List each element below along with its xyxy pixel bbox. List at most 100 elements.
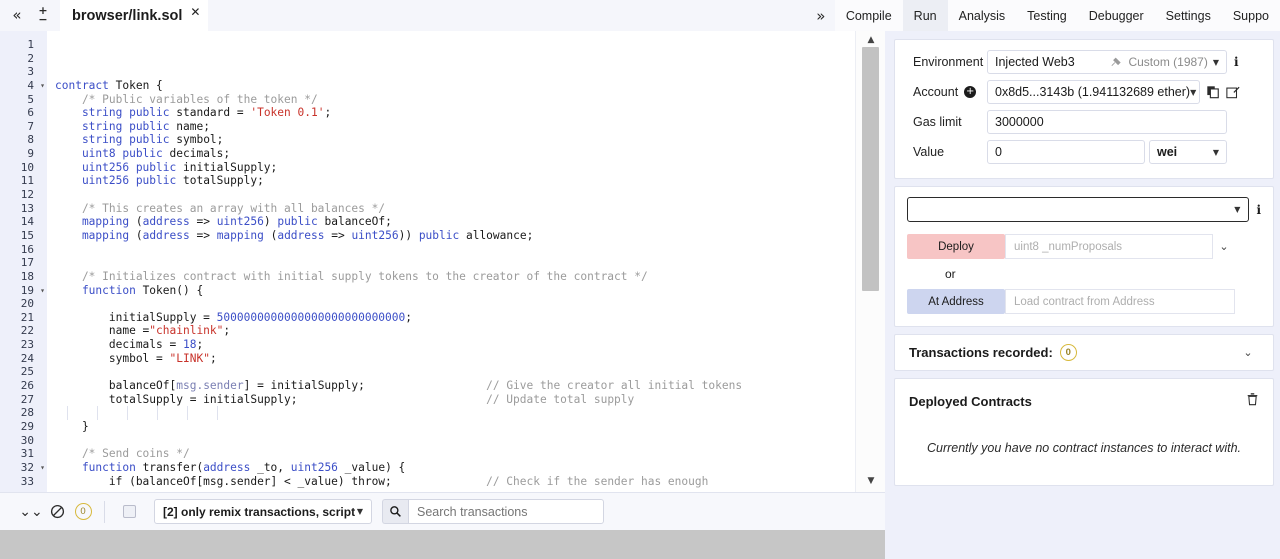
at-address-button[interactable]: At Address [907, 289, 1005, 314]
account-select[interactable]: 0x8d5...3143b (1.941132689 ether) ▼ [987, 80, 1200, 104]
code-line[interactable]: balanceOf[msg.sender] = initialSupply; /… [47, 379, 855, 393]
plus-circle-icon[interactable]: + [964, 86, 977, 98]
tab-support[interactable]: Suppo [1221, 0, 1280, 31]
code-line[interactable]: initialSupply = 500000000000000000000000… [47, 311, 855, 325]
code-line[interactable]: if (balanceOf[msg.sender] < _value) thro… [47, 475, 855, 489]
editor-code-area[interactable]: contract Token { /* Public variables of … [47, 31, 855, 492]
code-line[interactable]: symbol = "LINK"; [47, 352, 855, 366]
chevron-down-icon[interactable]: ⌄ [1213, 240, 1235, 253]
scroll-up-icon[interactable]: ▲ [863, 33, 879, 47]
code-line[interactable] [47, 188, 855, 202]
fold-toggle-icon[interactable]: ▾ [40, 461, 45, 475]
font-decrease-icon[interactable]: − [38, 14, 47, 25]
code-line[interactable]: totalSupply = initialSupply; // Update t… [47, 393, 855, 407]
trash-icon[interactable] [1246, 392, 1259, 411]
fold-toggle-icon[interactable]: ▾ [40, 284, 45, 298]
transactions-recorded-card[interactable]: Transactions recorded: 0 ⌄ [894, 334, 1274, 371]
code-line[interactable] [47, 52, 855, 66]
chevron-down-icon[interactable]: ▼ [1213, 58, 1219, 67]
chevrons-left-icon[interactable]: « [8, 6, 26, 24]
code-line[interactable]: /* This creates an array with all balanc… [47, 202, 855, 216]
tab-analysis[interactable]: Analysis [947, 0, 1017, 31]
contract-select[interactable]: ▼ [907, 197, 1250, 222]
code-line[interactable]: /* Send coins */ [47, 447, 855, 461]
chevron-down-icon[interactable]: ⌄ [1237, 346, 1259, 359]
editor-vertical-scrollbar[interactable]: ▲ ▼ [855, 31, 885, 492]
scroll-down-icon[interactable]: ▼ [863, 474, 879, 488]
code-line[interactable]: } [47, 420, 855, 434]
code-line[interactable]: string public name; [47, 120, 855, 134]
gas-limit-label: Gas limit [913, 115, 962, 129]
constructor-args-input[interactable]: uint8 _numProposals [1005, 234, 1213, 259]
gas-limit-input[interactable]: 3000000 [987, 110, 1227, 134]
font-size-control[interactable]: + − [33, 1, 53, 29]
code-token: Token { [115, 78, 163, 92]
code-line[interactable]: uint256 public initialSupply; [47, 161, 855, 175]
file-tab-link-sol[interactable]: browser/link.sol ✕ [60, 0, 209, 31]
code-line[interactable]: function transfer(address _to, uint256 _… [47, 461, 855, 475]
code-line[interactable] [47, 256, 855, 270]
chevrons-down-icon[interactable]: ⌄⌄ [18, 499, 44, 525]
code-token: address [277, 228, 332, 242]
tab-settings[interactable]: Settings [1154, 0, 1222, 31]
value-unit-select[interactable]: wei ▼ [1149, 140, 1227, 164]
code-line[interactable]: uint256 public totalSupply; [47, 174, 855, 188]
code-line[interactable] [47, 297, 855, 311]
code-line[interactable] [47, 406, 855, 420]
code-token: uint256 public [55, 174, 183, 188]
code-line[interactable]: uint8 public decimals; [47, 147, 855, 161]
line-number: 17 [20, 256, 34, 270]
code-line[interactable]: decimals = 18; [47, 338, 855, 352]
code-line[interactable] [47, 243, 855, 257]
tab-run[interactable]: Run [902, 0, 948, 31]
code-line[interactable]: function Token() { [47, 284, 855, 298]
line-number: 23 [20, 338, 34, 352]
deploy-button[interactable]: Deploy [907, 234, 1005, 259]
code-token: Token() { [142, 283, 204, 297]
chevron-down-icon: ▼ [1234, 205, 1241, 214]
code-spacer [365, 379, 486, 392]
code-token: ; [196, 338, 204, 352]
code-line[interactable] [47, 365, 855, 379]
copy-icon[interactable] [1206, 85, 1220, 99]
code-line[interactable]: name ="chainlink"; [47, 324, 855, 338]
code-line[interactable]: mapping (address => mapping (address => … [47, 229, 855, 243]
search-icon[interactable] [382, 499, 408, 524]
code-token: /* Public variables of the token */ [55, 92, 318, 106]
edit-icon[interactable] [1226, 85, 1240, 99]
code-line[interactable] [47, 65, 855, 79]
chevron-down-icon[interactable]: ▼ [1190, 88, 1196, 97]
code-line[interactable]: string public standard = 'Token 0.1'; [47, 106, 855, 120]
close-icon[interactable]: ✕ [190, 5, 200, 19]
code-line[interactable]: mapping (address => uint256) public bala… [47, 215, 855, 229]
code-line[interactable]: /* Initializes contract with initial sup… [47, 270, 855, 284]
search-input[interactable] [408, 499, 604, 524]
tab-debugger[interactable]: Debugger [1077, 0, 1155, 31]
line-number: 16 [20, 242, 34, 256]
ban-icon[interactable] [44, 499, 70, 525]
value-input[interactable]: 0 [987, 140, 1145, 164]
code-line[interactable]: string public symbol; [47, 133, 855, 147]
error-count-badge[interactable]: 0 [70, 499, 96, 525]
line-number: 10 [20, 160, 34, 174]
tab-compile[interactable]: Compile [834, 0, 903, 31]
line-number: 6 [27, 106, 34, 120]
info-icon[interactable]: i [1234, 55, 1239, 69]
terminal-filter-checkbox[interactable] [123, 505, 136, 518]
code-editor[interactable]: 1 2 3 4 ▾ 5 6 7 8 9 10 11 12 13 14 15 16 17 18 19 ▾ 20 21 22 23 2… [0, 31, 885, 492]
terminal-filter-select[interactable]: [2] only remix transactions, script ▼ [154, 499, 372, 524]
code-line[interactable]: /* Public variables of the token */ [47, 93, 855, 107]
code-line[interactable]: contract Token { [47, 79, 855, 93]
tab-testing[interactable]: Testing [1016, 0, 1078, 31]
fold-toggle-icon[interactable]: ▾ [40, 79, 45, 93]
environment-select[interactable]: Injected Web3 Custom (1987) ▼ [987, 50, 1227, 74]
at-address-input[interactable]: Load contract from Address [1005, 289, 1235, 314]
code-line[interactable] [47, 38, 855, 52]
ban-icon-svg [50, 504, 64, 519]
chevrons-right-icon[interactable]: » [807, 0, 835, 31]
scrollbar-thumb[interactable] [862, 47, 879, 291]
line-number: 27 [20, 392, 34, 406]
code-line[interactable] [47, 434, 855, 448]
line-number: 25 [20, 365, 34, 379]
info-icon[interactable]: i [1256, 203, 1261, 217]
